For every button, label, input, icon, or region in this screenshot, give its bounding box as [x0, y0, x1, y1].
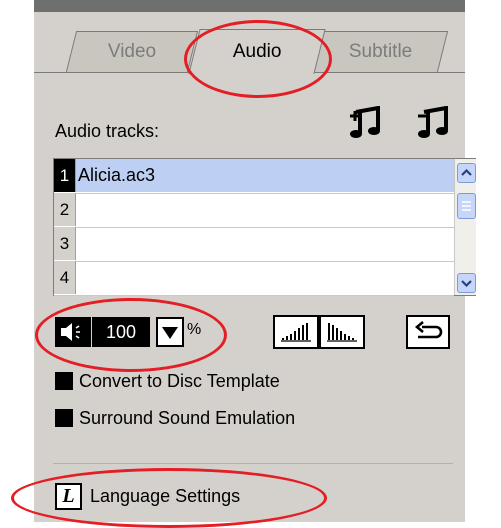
audio-track-list[interactable]: 1 Alicia.ac3 2 3 4 [53, 158, 476, 296]
volume-unit: % [187, 321, 202, 338]
grip-icon [462, 201, 471, 211]
track-number: 4 [54, 261, 76, 294]
audio-tracks-label: Audio tracks: [55, 121, 160, 141]
track-row[interactable]: 1 Alicia.ac3 [54, 159, 456, 194]
remove-music-note-icon[interactable] [416, 106, 452, 140]
track-row[interactable]: 3 [54, 227, 454, 262]
rising-bars-icon [281, 323, 311, 342]
scroll-down-button[interactable] [457, 273, 476, 293]
tab-subtitle[interactable]: Subtitle [313, 31, 449, 72]
section-divider [53, 463, 453, 464]
scroll-thumb[interactable] [457, 193, 476, 219]
track-number: 3 [54, 227, 76, 260]
audio-properties-panel: Video Subtitle Audio Audio tracks: 1 Ali… [34, 0, 476, 522]
reset-volume-button[interactable] [406, 315, 450, 349]
track-name [76, 227, 456, 260]
language-settings-label: Language Settings [90, 486, 241, 506]
language-settings-button[interactable]: L Language Settings [55, 480, 240, 513]
convert-checkbox[interactable] [55, 372, 73, 390]
volume-dropdown-button[interactable] [156, 317, 184, 347]
track-number: 2 [54, 193, 76, 226]
add-music-note-icon[interactable] [348, 106, 384, 140]
falling-bars-icon [327, 323, 357, 342]
scroll-up-button[interactable] [457, 163, 476, 183]
volume-decrease-bars-button[interactable] [319, 315, 365, 349]
chevron-up-icon [461, 168, 472, 176]
convert-label: Convert to Disc Template [79, 370, 280, 391]
track-list-scrollbar[interactable] [454, 159, 476, 295]
track-name [76, 193, 456, 226]
tab-audio[interactable]: Audio [188, 29, 326, 74]
surround-label: Surround Sound Emulation [79, 407, 296, 428]
panel-top-bar [34, 0, 465, 12]
speaker-icon [61, 323, 80, 341]
return-arrow-icon [414, 321, 443, 339]
track-row[interactable]: 2 [54, 193, 454, 228]
track-name: Alicia.ac3 [76, 159, 456, 192]
volume-value[interactable]: 100 [92, 317, 150, 347]
volume-increase-bars-button[interactable] [273, 315, 319, 349]
triangle-down-icon [162, 327, 178, 339]
track-name [76, 261, 456, 294]
convert-to-disc-template-option[interactable]: Convert to Disc Template [55, 369, 280, 393]
surround-checkbox[interactable] [55, 409, 73, 427]
track-row[interactable]: 4 [54, 261, 454, 296]
track-number: 1 [54, 159, 76, 192]
language-l-icon: L [55, 483, 82, 510]
surround-sound-emulation-option[interactable]: Surround Sound Emulation [55, 406, 295, 430]
tab-video[interactable]: Video [65, 31, 199, 72]
chevron-down-icon [461, 280, 472, 288]
speaker-button[interactable] [55, 317, 91, 347]
